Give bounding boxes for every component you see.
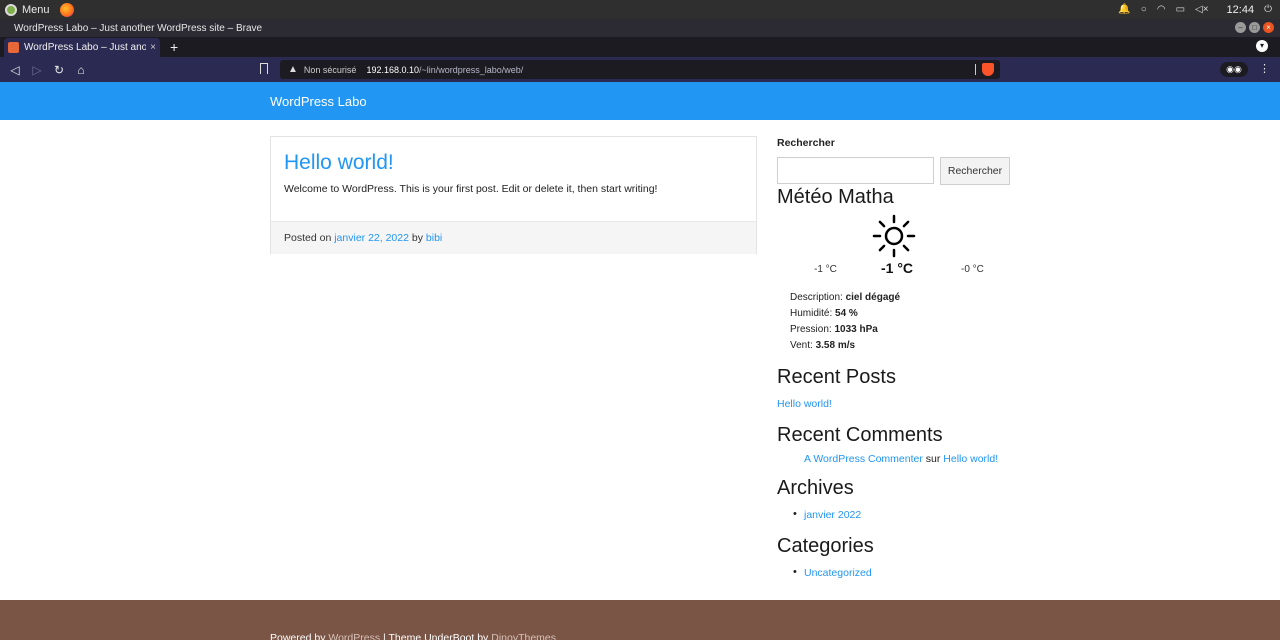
comment-on-label: sur: [925, 453, 941, 465]
recent-post-link[interactable]: Hello world!: [777, 398, 832, 410]
description-label: Description:: [790, 292, 843, 303]
posted-on-label: Posted on: [284, 232, 332, 244]
wordpress-link[interactable]: WordPress: [328, 632, 380, 640]
window-controls: – □ ×: [1235, 22, 1274, 33]
url-path: /~lin/wordpress_labo/web/: [419, 64, 524, 75]
maximize-button[interactable]: □: [1249, 22, 1260, 33]
wind-value: 3.58 m/s: [815, 340, 856, 351]
brave-shield-icon[interactable]: [982, 63, 994, 76]
comment-author-link[interactable]: A WordPress Commenter: [804, 453, 923, 465]
theme-author-link[interactable]: DinoyThemes: [491, 632, 556, 640]
firefox-icon[interactable]: [59, 2, 74, 17]
site-title[interactable]: WordPress Labo: [270, 94, 367, 109]
bookmark-icon[interactable]: [260, 63, 268, 74]
weather-widget-title: Météo Matha: [777, 186, 894, 208]
clock[interactable]: 12:44: [1227, 4, 1255, 16]
post-card: Hello world! Welcome to WordPress. This …: [270, 136, 757, 254]
post-author-link[interactable]: bibi: [426, 232, 442, 244]
post-excerpt: Welcome to WordPress. This is your first…: [284, 183, 658, 195]
url-host: 192.168.0.10: [366, 64, 419, 75]
tab-list-chevron-icon[interactable]: ▾: [1256, 40, 1268, 52]
temp-current: -1 °C: [881, 260, 914, 276]
reload-icon[interactable]: ↻: [48, 63, 70, 77]
weather-pressure: Pression: 1033 hPa: [790, 324, 878, 335]
humidity-value: 54 %: [835, 308, 858, 319]
recent-comments-title: Recent Comments: [777, 424, 943, 446]
battery-icon[interactable]: ▭: [1176, 4, 1185, 15]
post-title[interactable]: Hello world!: [284, 151, 394, 175]
tab-label: WordPress Labo – Just another WordPress …: [24, 42, 147, 53]
browser-menu-icon[interactable]: ⋮: [1259, 62, 1270, 75]
close-window-button[interactable]: ×: [1263, 22, 1274, 33]
favicon-icon: [8, 42, 19, 53]
browser-toolbar: ◁ ▷ ↻ ⌂ ▲ Non sécurisé 192.168.0.10 /~li…: [0, 57, 1280, 82]
temp-max: -0 °C: [961, 264, 984, 275]
comment-post-link[interactable]: Hello world!: [943, 453, 998, 465]
post-meta: Posted on janvier 22, 2022 by bibi: [271, 221, 756, 254]
wifi-icon[interactable]: ◠: [1157, 4, 1166, 15]
wind-label: Vent:: [790, 340, 813, 351]
window-title: WordPress Labo – Just another WordPress …: [14, 22, 263, 34]
weather-humidity: Humidité: 54 %: [790, 308, 858, 319]
temp-min: -1 °C: [814, 264, 837, 275]
private-glasses-icon[interactable]: ◉◉: [1220, 62, 1248, 77]
footer-credits: Powered by WordPress | Theme UnderBoot b…: [270, 632, 556, 640]
sun-icon: [872, 214, 916, 258]
pressure-label: Pression:: [790, 324, 832, 335]
tab-strip: WordPress Labo – Just another WordPress …: [0, 37, 1280, 57]
power-icon[interactable]: ⏻: [1264, 4, 1272, 15]
weather-description: Description: ciel dégagé: [790, 292, 900, 303]
recent-posts-title: Recent Posts: [777, 366, 896, 388]
description-value: ciel dégagé: [845, 292, 901, 303]
os-menu-label: Menu: [22, 3, 50, 16]
search-label: Rechercher: [777, 137, 835, 149]
volume-muted-icon[interactable]: ◁×: [1195, 4, 1209, 15]
system-tray: 🔔 ○ ◠ ▭ ◁× 12:44 ⏻: [1118, 0, 1272, 19]
new-tab-button[interactable]: +: [170, 39, 178, 55]
humidity-label: Humidité:: [790, 308, 833, 319]
post-date-link[interactable]: janvier 22, 2022: [334, 232, 409, 244]
powered-by-label: Powered by: [270, 632, 326, 640]
theme-label: | Theme UnderBoot by: [383, 632, 489, 640]
address-bar[interactable]: ▲ Non sécurisé 192.168.0.10 /~lin/wordpr…: [280, 60, 1000, 79]
os-top-bar: Menu 🔔 ○ ◠ ▭ ◁× 12:44 ⏻: [0, 0, 1280, 19]
back-arrow-icon[interactable]: ◁: [4, 63, 26, 77]
by-label: by: [411, 232, 423, 244]
recent-comment-item: A WordPress Commenter sur Hello world!: [804, 453, 998, 465]
window-title-bar: WordPress Labo – Just another WordPress …: [0, 19, 1280, 37]
pressure-value: 1033 hPa: [834, 324, 878, 335]
warning-triangle-icon: ▲: [288, 64, 298, 75]
site-footer: Powered by WordPress | Theme UnderBoot b…: [0, 600, 1280, 640]
search-button[interactable]: Rechercher: [940, 157, 1010, 185]
weather-wind: Vent: 3.58 m/s: [790, 340, 855, 351]
ubuntu-logo-icon: [5, 3, 17, 16]
categories-title: Categories: [777, 535, 874, 557]
forward-arrow-icon[interactable]: ▷: [26, 63, 48, 77]
os-menu-button[interactable]: Menu: [5, 3, 50, 16]
security-label[interactable]: Non sécurisé: [304, 65, 357, 75]
archives-title: Archives: [777, 477, 854, 499]
browser-tab[interactable]: WordPress Labo – Just another WordPress …: [4, 38, 160, 57]
search-input[interactable]: [777, 157, 934, 184]
minimize-button[interactable]: –: [1235, 22, 1246, 33]
home-icon[interactable]: ⌂: [70, 63, 92, 77]
archive-link[interactable]: janvier 2022: [793, 508, 861, 521]
tab-close-button[interactable]: ×: [150, 42, 156, 53]
url-divider: [975, 64, 976, 75]
site-header: WordPress Labo: [0, 82, 1280, 120]
bulb-icon[interactable]: ○: [1141, 4, 1147, 15]
category-link[interactable]: Uncategorized: [793, 566, 872, 579]
notification-icon[interactable]: 🔔: [1118, 4, 1130, 15]
